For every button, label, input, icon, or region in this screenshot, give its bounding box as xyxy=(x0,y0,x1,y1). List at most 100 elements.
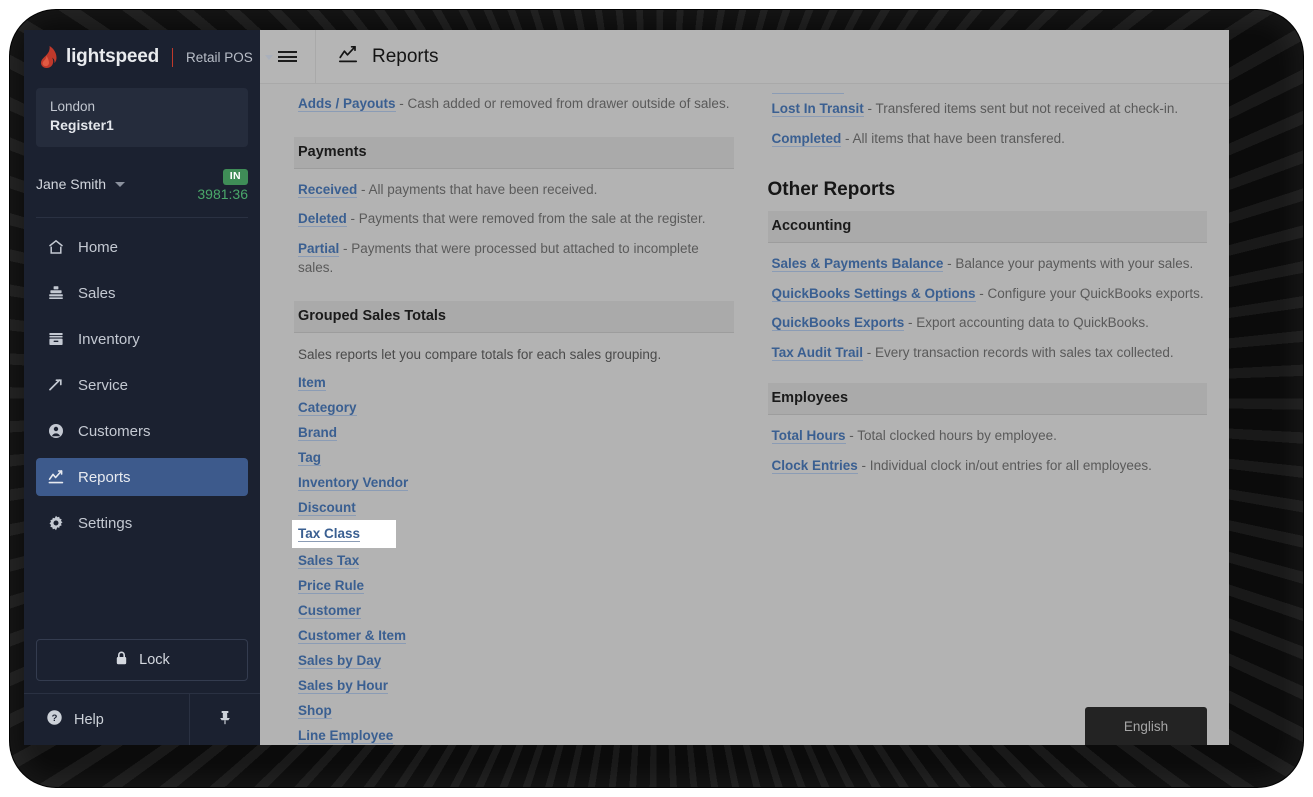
sidebar: lightspeed Retail POS London Register1 J… xyxy=(24,30,273,745)
report-link-sales-by-day[interactable]: Sales by Day xyxy=(298,652,382,669)
report-link-sales-payments-balance[interactable]: Sales & Payments Balance xyxy=(771,256,944,273)
report-link-customer[interactable]: Customer xyxy=(298,602,362,619)
report-entry: Sales & Payments Balance - Balance your … xyxy=(768,249,1208,279)
grouped-row: Item xyxy=(294,370,734,395)
report-link-tax-audit-trail[interactable]: Tax Audit Trail xyxy=(771,344,864,361)
user-name: Jane Smith xyxy=(36,176,107,193)
topbar: Reports xyxy=(260,30,1229,84)
grouped-row: Sales by Day xyxy=(294,648,734,673)
lock-label: Lock xyxy=(139,652,170,668)
report-link-tax-class[interactable]: Tax Class xyxy=(298,525,361,542)
section-header-employees: Employees xyxy=(767,383,1207,416)
grouped-row: Category xyxy=(294,395,734,420)
report-desc: - Balance your payments with your sales. xyxy=(943,256,1194,272)
report-link-total-hours[interactable]: Total Hours xyxy=(771,428,846,445)
grouped-row: Line Employee xyxy=(294,723,734,745)
pin-button[interactable] xyxy=(190,694,260,745)
report-link-brand[interactable]: Brand xyxy=(298,424,338,441)
sidebar-item-label: Customers xyxy=(78,422,151,440)
clock-time: 3981:36 xyxy=(197,186,248,203)
report-link-category[interactable]: Category xyxy=(298,399,357,416)
report-desc: - Every transaction records with sales t… xyxy=(863,344,1174,360)
report-entry: Deleted - Payments that were removed fro… xyxy=(294,204,734,234)
grouped-row: Sales by Hour xyxy=(294,673,734,698)
sidebar-item-customers[interactable]: Customers xyxy=(36,412,248,450)
report-desc: - Individual clock in/out entries for al… xyxy=(857,457,1152,473)
chevron-down-icon[interactable] xyxy=(115,181,126,187)
page-title-wrap: Reports xyxy=(316,45,439,69)
brand-separator xyxy=(172,47,174,67)
report-entry: Total Hours - Total clocked hours by emp… xyxy=(768,421,1208,451)
report-link-line-employee[interactable]: Line Employee xyxy=(298,727,394,744)
lock-button[interactable]: Lock xyxy=(36,639,248,681)
chevron-down-icon[interactable] xyxy=(264,54,273,60)
other-reports-heading: Other Reports xyxy=(767,179,896,201)
report-link-sales-by-hour[interactable]: Sales by Hour xyxy=(298,677,389,694)
brand-bar: lightspeed Retail POS xyxy=(24,30,273,84)
sales-icon xyxy=(46,284,65,303)
report-link-adds-payouts[interactable]: Adds / Payouts xyxy=(298,96,396,112)
report-entry: Tax Audit Trail - Every transaction reco… xyxy=(768,338,1208,368)
help-circle-icon: ? xyxy=(46,709,63,730)
report-desc: - Export accounting data to QuickBooks. xyxy=(904,315,1149,331)
sidebar-item-service[interactable]: Service xyxy=(36,366,248,404)
language-label: English xyxy=(1123,718,1169,734)
grouped-row: Customer & Item xyxy=(294,623,734,648)
accounting-entries: Sales & Payments Balance - Balance your … xyxy=(768,243,1208,367)
sidebar-item-home[interactable]: Home xyxy=(36,228,248,266)
report-desc: - Transfered items sent but not received… xyxy=(863,101,1179,116)
report-link-shop[interactable]: Shop xyxy=(298,702,332,719)
reports-content: Adds / Payouts - Cash added or removed f… xyxy=(260,84,1229,745)
report-desc: - All items that have been transfered. xyxy=(841,130,1065,146)
sidebar-item-label: Inventory xyxy=(78,330,140,348)
grouped-row: Brand xyxy=(294,420,734,445)
report-link-sales-tax[interactable]: Sales Tax xyxy=(298,552,360,569)
grouped-row: Inventory Vendor xyxy=(294,470,734,495)
report-link-clock-entries[interactable]: Clock Entries xyxy=(771,457,858,474)
report-link-customer-item[interactable]: Customer & Item xyxy=(298,627,407,644)
lock-wrap: Lock xyxy=(24,639,260,693)
report-link-quickbooks-settings-options[interactable]: QuickBooks Settings & Options xyxy=(771,285,976,302)
report-link-received[interactable]: Received xyxy=(298,181,358,198)
report-desc: - Total clocked hours by employee. xyxy=(845,428,1057,444)
sidebar-item-label: Home xyxy=(78,238,119,256)
report-link-partial[interactable]: Partial xyxy=(298,240,340,257)
help-button[interactable]: ? Help xyxy=(24,694,190,745)
grouped-row: Customer xyxy=(294,598,734,623)
user-row[interactable]: Jane Smith IN 3981:36 xyxy=(36,161,248,207)
report-link-completed[interactable]: Completed xyxy=(771,130,842,147)
report-entry: Clock Entries - Individual clock in/out … xyxy=(768,451,1208,481)
home-icon xyxy=(46,238,65,257)
report-desc: - All payments that have been received. xyxy=(357,181,598,197)
report-link-item[interactable]: Item xyxy=(298,374,326,391)
sidebar-item-inventory[interactable]: Inventory xyxy=(36,320,248,358)
app-window: lightspeed Retail POS London Register1 J… xyxy=(24,30,1229,745)
grouped-intro: Sales reports let you compare totals for… xyxy=(298,346,662,362)
report-link-quickbooks-exports[interactable]: QuickBooks Exports xyxy=(771,315,905,332)
chart-line-icon xyxy=(338,45,359,69)
left-column: Adds / Payouts - Cash added or removed f… xyxy=(292,84,734,745)
brand-product: Retail POS xyxy=(186,49,253,65)
sidebar-item-sales[interactable]: Sales xyxy=(36,274,248,312)
sidebar-item-settings[interactable]: Settings xyxy=(36,504,248,542)
customers-icon xyxy=(46,422,65,441)
pin-icon xyxy=(217,709,233,731)
language-selector-button[interactable]: English xyxy=(1085,707,1207,745)
register-card[interactable]: London Register1 xyxy=(36,88,248,148)
report-desc: - Configure your QuickBooks exports. xyxy=(975,285,1204,301)
report-entry: Received - All payments that have been r… xyxy=(294,175,734,205)
sidebar-item-reports[interactable]: Reports xyxy=(36,458,248,497)
report-entry: Lost In Transit - Transfered items sent … xyxy=(768,94,1208,124)
report-entry: Adds / Payouts - Cash added or removed f… xyxy=(294,84,734,119)
report-link-inventory-vendor[interactable]: Inventory Vendor xyxy=(298,474,409,491)
report-link-price-rule[interactable]: Price Rule xyxy=(298,577,365,594)
sidebar-footer: ? Help xyxy=(24,693,260,745)
report-link-tag[interactable]: Tag xyxy=(298,449,321,466)
main-area: Reports Adds / Payouts - Cash added or r… xyxy=(260,30,1229,745)
report-link-lost-in-transit[interactable]: Lost In Transit xyxy=(771,101,864,117)
report-link-deleted[interactable]: Deleted xyxy=(298,211,347,228)
section-header-accounting: Accounting xyxy=(767,211,1207,244)
section-header-grouped-sales-totals: Grouped Sales Totals xyxy=(294,300,734,333)
report-link-discount[interactable]: Discount xyxy=(298,499,356,516)
report-desc: - Payments that were removed from the sa… xyxy=(346,211,706,227)
